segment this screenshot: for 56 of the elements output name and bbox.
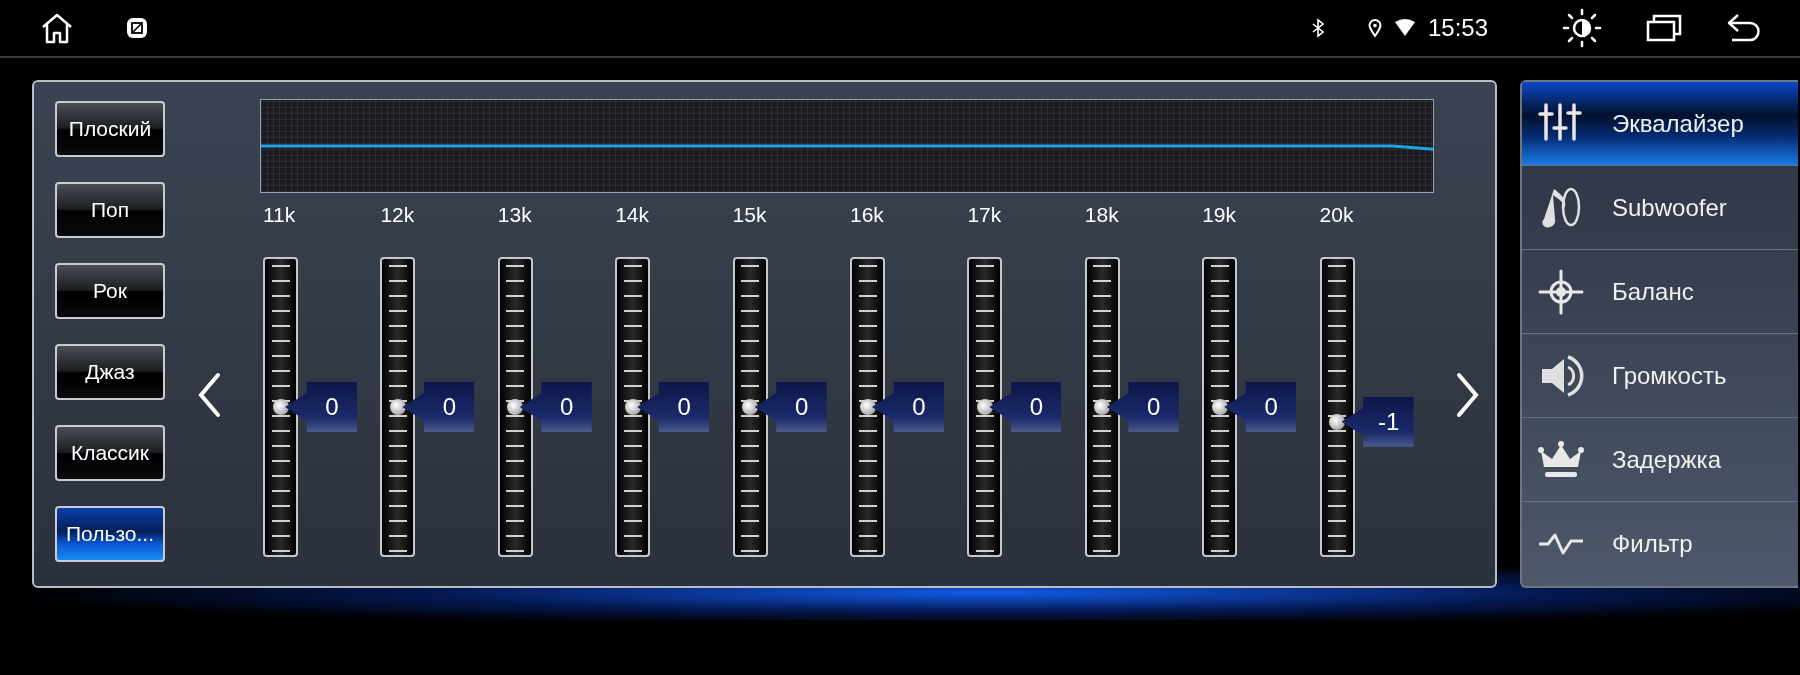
frequency-label: 15k — [732, 203, 767, 227]
menu-item[interactable]: Эквалайзер — [1522, 82, 1798, 166]
preset-button[interactable]: Плоский — [55, 101, 165, 157]
back-button[interactable] — [1726, 13, 1762, 43]
wifi-icon — [1393, 19, 1416, 37]
frequency-label: 12k — [380, 203, 415, 227]
brightness-icon — [1562, 8, 1602, 48]
preset-button[interactable]: Пользо... — [55, 506, 165, 562]
slider-track[interactable] — [263, 257, 298, 557]
slider-track[interactable] — [1084, 257, 1120, 557]
slider-thumb[interactable] — [1329, 413, 1346, 430]
preset-button[interactable]: Поп — [55, 182, 165, 238]
menu-item[interactable]: Фильтр — [1522, 502, 1798, 586]
home-button[interactable] — [40, 12, 74, 44]
slider-thumb[interactable] — [507, 399, 524, 415]
frequency-label: 11k — [263, 203, 296, 227]
brightness-button[interactable] — [1562, 8, 1602, 48]
slider-thumb[interactable] — [742, 399, 759, 415]
slider-thumb[interactable] — [859, 399, 876, 415]
slider-track[interactable] — [967, 257, 1003, 557]
slider-track[interactable] — [615, 257, 651, 557]
preset-button[interactable]: Джаз — [55, 344, 165, 400]
notification-icon — [126, 17, 148, 39]
slider-track[interactable] — [850, 257, 885, 557]
frequency-label: 19k — [1202, 203, 1237, 227]
slider-thumb[interactable] — [389, 399, 406, 415]
menu-item[interactable]: Задержка — [1522, 418, 1798, 502]
slider-thumb[interactable] — [976, 399, 993, 415]
frequency-label: 14k — [615, 203, 650, 227]
slider-thumb[interactable] — [272, 399, 289, 415]
frequency-label: 17k — [967, 203, 1002, 227]
preset-button[interactable]: Рок — [55, 263, 165, 319]
preset-button[interactable]: Классик — [55, 425, 165, 481]
bluetooth-icon — [1311, 18, 1324, 38]
menu-item[interactable]: Баланс — [1522, 250, 1798, 334]
slider-thumb[interactable] — [624, 399, 641, 415]
slider-thumb[interactable] — [1094, 399, 1111, 415]
menu-item[interactable]: Subwoofer — [1522, 166, 1798, 250]
windows-icon — [1646, 14, 1682, 42]
slider-thumb[interactable] — [1211, 399, 1228, 415]
home-icon — [40, 12, 74, 44]
slider-track[interactable] — [1319, 257, 1355, 557]
slider-track[interactable] — [1202, 257, 1238, 557]
crosshair-icon — [1538, 268, 1584, 315]
frequency-label: 13k — [497, 203, 532, 227]
location-icon — [1367, 19, 1382, 37]
slider-track[interactable] — [732, 257, 768, 557]
slider-track[interactable] — [497, 257, 533, 557]
frequency-label: 20k — [1319, 203, 1354, 227]
recent-apps-button[interactable] — [1646, 14, 1682, 42]
frequency-label: 16k — [850, 203, 884, 227]
clock-time: 15:53 — [1427, 14, 1488, 42]
frequency-label: 18k — [1084, 203, 1119, 227]
slider-track[interactable] — [380, 257, 416, 557]
back-arrow-icon — [1726, 13, 1762, 43]
menu-item[interactable]: Громкость — [1522, 334, 1798, 418]
